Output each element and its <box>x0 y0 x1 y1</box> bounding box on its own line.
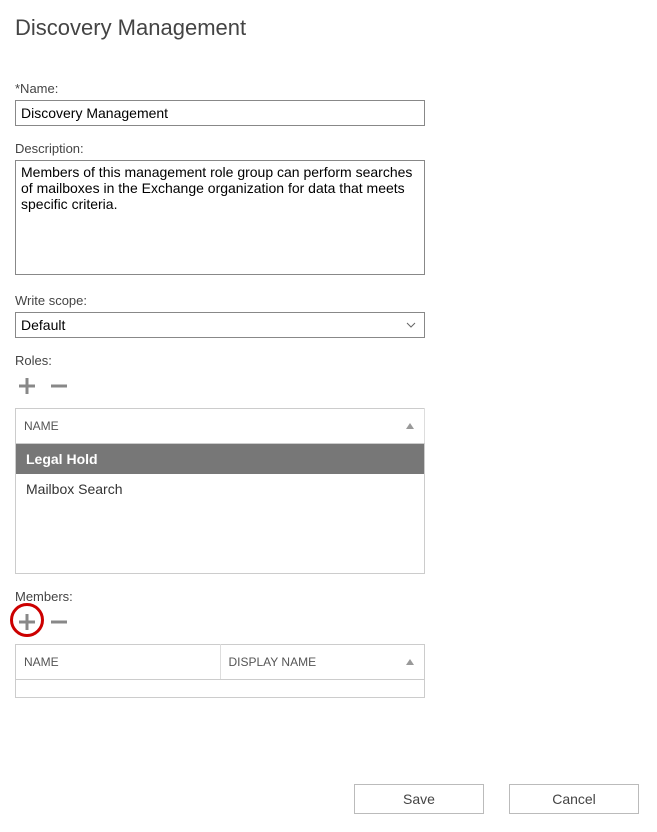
remove-role-button[interactable] <box>47 374 71 398</box>
footer: Save Cancel <box>0 784 657 814</box>
roles-body: Legal Hold Mailbox Search <box>15 444 425 574</box>
roles-header-name-text: NAME <box>24 419 59 433</box>
description-textarea[interactable]: Members of this management role group ca… <box>15 160 425 275</box>
minus-icon <box>50 613 68 631</box>
members-header-display-name[interactable]: DISPLAY NAME <box>220 645 425 680</box>
description-label: Description: <box>15 141 642 156</box>
save-button[interactable]: Save <box>354 784 484 814</box>
add-role-button[interactable] <box>15 374 39 398</box>
members-table: NAME DISPLAY NAME <box>15 644 425 680</box>
add-member-button[interactable] <box>15 610 39 634</box>
cancel-button[interactable]: Cancel <box>509 784 639 814</box>
members-header-display-name-text: DISPLAY NAME <box>229 655 317 669</box>
role-row-mailbox-search[interactable]: Mailbox Search <box>16 474 424 504</box>
roles-table: NAME <box>15 408 425 444</box>
members-header-name-text: NAME <box>24 655 59 669</box>
page-title: Discovery Management <box>15 15 642 41</box>
name-label: *Name: <box>15 81 642 96</box>
write-scope-label: Write scope: <box>15 293 642 308</box>
members-header-name[interactable]: NAME <box>16 645 221 680</box>
name-input[interactable] <box>15 100 425 126</box>
write-scope-select[interactable]: Default <box>15 312 425 338</box>
roles-header-name[interactable]: NAME <box>16 409 425 444</box>
minus-icon <box>50 377 68 395</box>
roles-label: Roles: <box>15 353 642 368</box>
members-body <box>15 680 425 698</box>
sort-asc-icon <box>406 659 414 665</box>
role-row-legal-hold[interactable]: Legal Hold <box>16 444 424 474</box>
remove-member-button[interactable] <box>47 610 71 634</box>
members-label: Members: <box>15 589 642 604</box>
sort-asc-icon <box>406 423 414 429</box>
plus-icon <box>18 377 36 395</box>
plus-icon <box>18 613 36 631</box>
